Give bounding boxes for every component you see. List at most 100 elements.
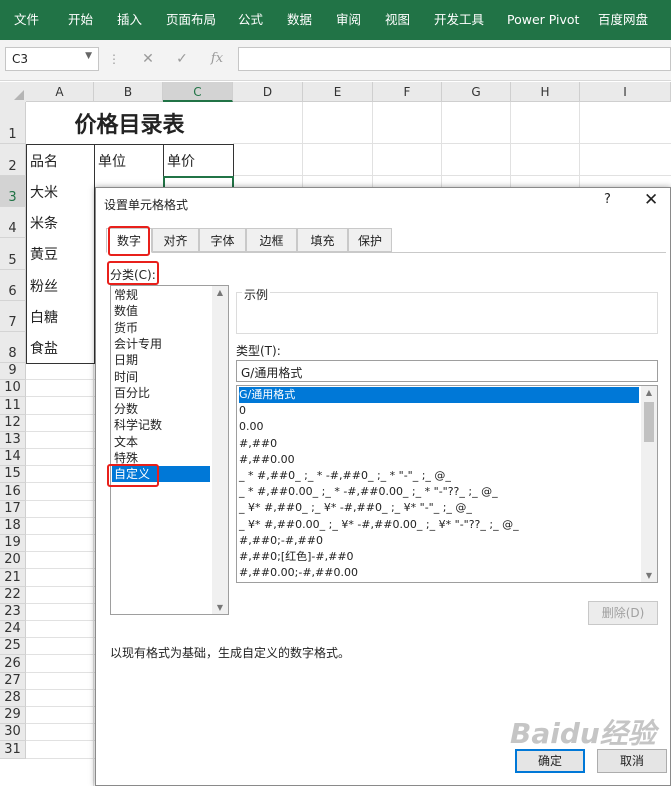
category-item[interactable]: 会计专用 bbox=[114, 336, 162, 352]
row-header-22[interactable]: 22 bbox=[0, 586, 26, 604]
row-header-6[interactable]: 6 bbox=[0, 270, 26, 301]
format-item[interactable]: 0.00 bbox=[239, 419, 264, 435]
row-header-21[interactable]: 21 bbox=[0, 569, 26, 587]
format-item[interactable]: #,##0;[红色]-#,##0 bbox=[239, 549, 354, 565]
delete-button[interactable]: 删除(D) bbox=[588, 601, 658, 625]
scroll-down-icon[interactable]: ▼ bbox=[212, 603, 228, 612]
close-icon[interactable]: ✕ bbox=[644, 190, 658, 210]
row-header-20[interactable]: 20 bbox=[0, 552, 26, 570]
item-cell[interactable]: 黄豆 bbox=[26, 238, 95, 271]
dialog-tab-5[interactable]: 保护 bbox=[348, 228, 392, 252]
insert-function-button[interactable]: fx bbox=[206, 47, 228, 71]
format-item[interactable]: G/通用格式 bbox=[239, 387, 639, 403]
row-header-2[interactable]: 2 bbox=[0, 144, 26, 176]
row-header-4[interactable]: 4 bbox=[0, 207, 26, 238]
row-header-9[interactable]: 9 bbox=[0, 363, 26, 381]
column-header-E[interactable]: E bbox=[303, 82, 373, 102]
row-header-14[interactable]: 14 bbox=[0, 449, 26, 467]
column-header-B[interactable]: B bbox=[94, 82, 163, 102]
category-list[interactable]: ▲ ▼ 常规 数值 货币 会计专用 日期 时间 百分比 分数 科学记数 文本 特殊 自定义 bbox=[110, 285, 229, 615]
format-item[interactable]: _ * #,##0_ ;_ * -#,##0_ ;_ * "-"_ ;_ @_ bbox=[239, 468, 454, 484]
row-header-1[interactable]: 1 bbox=[0, 102, 26, 144]
row-header-24[interactable]: 24 bbox=[0, 621, 26, 639]
row-header-5[interactable]: 5 bbox=[0, 238, 26, 270]
ribbon-tab-1[interactable]: 开始 bbox=[68, 0, 93, 40]
category-item[interactable]: 百分比 bbox=[114, 385, 150, 401]
select-all-corner[interactable] bbox=[0, 82, 27, 103]
column-header-F[interactable]: F bbox=[373, 82, 442, 102]
item-cell[interactable]: 大米 bbox=[26, 176, 95, 208]
ribbon-tab-10[interactable]: 百度网盘 bbox=[598, 0, 648, 40]
row-header-17[interactable]: 17 bbox=[0, 500, 26, 518]
row-header-27[interactable]: 27 bbox=[0, 672, 26, 690]
row-header-31[interactable]: 31 bbox=[0, 741, 26, 759]
header-cell-1[interactable]: 单位 bbox=[94, 144, 164, 177]
row-header-11[interactable]: 11 bbox=[0, 397, 26, 415]
ribbon-tab-7[interactable]: 视图 bbox=[385, 0, 410, 40]
dialog-tab-4[interactable]: 填充 bbox=[297, 228, 348, 252]
help-icon[interactable]: ? bbox=[604, 192, 611, 207]
scroll-down-icon[interactable]: ▼ bbox=[641, 571, 657, 580]
category-item[interactable]: 数值 bbox=[114, 303, 138, 319]
category-item[interactable]: 日期 bbox=[114, 352, 138, 368]
scroll-up-icon[interactable]: ▲ bbox=[212, 288, 228, 297]
category-item[interactable]: 科学记数 bbox=[114, 417, 162, 433]
column-header-I[interactable]: I bbox=[580, 82, 671, 102]
format-item[interactable]: #,##0;-#,##0 bbox=[239, 533, 323, 549]
dialog-tab-1[interactable]: 对齐 bbox=[152, 228, 199, 252]
row-header-25[interactable]: 25 bbox=[0, 638, 26, 656]
ribbon-tab-9[interactable]: Power Pivot bbox=[507, 0, 579, 40]
row-header-10[interactable]: 10 bbox=[0, 380, 26, 398]
category-item[interactable]: 文本 bbox=[114, 434, 138, 450]
format-list[interactable]: ▲ ▼ G/通用格式 0 0.00 #,##0 #,##0.00 _ * #,##0_ ;… bbox=[236, 385, 658, 583]
ribbon-tab-8[interactable]: 开发工具 bbox=[434, 0, 484, 40]
ribbon-tab-3[interactable]: 页面布局 bbox=[166, 0, 216, 40]
dialog-tab-3[interactable]: 边框 bbox=[246, 228, 297, 252]
row-header-30[interactable]: 30 bbox=[0, 724, 26, 742]
category-item[interactable]: 自定义 bbox=[112, 466, 210, 483]
row-header-12[interactable]: 12 bbox=[0, 414, 26, 432]
row-header-15[interactable]: 15 bbox=[0, 466, 26, 484]
formula-input[interactable] bbox=[238, 47, 671, 71]
column-header-H[interactable]: H bbox=[511, 82, 580, 102]
format-item[interactable]: _ ¥* #,##0.00_ ;_ ¥* -#,##0.00_ ;_ ¥* "-… bbox=[239, 517, 522, 533]
row-header-8[interactable]: 8 bbox=[0, 332, 26, 363]
row-header-29[interactable]: 29 bbox=[0, 707, 26, 725]
ribbon-tab-4[interactable]: 公式 bbox=[238, 0, 263, 40]
format-item[interactable]: 0 bbox=[239, 403, 246, 419]
row-header-18[interactable]: 18 bbox=[0, 517, 26, 535]
ribbon-tab-2[interactable]: 插入 bbox=[117, 0, 142, 40]
ribbon-tab-0[interactable]: 文件 bbox=[14, 0, 39, 40]
dialog-tab-2[interactable]: 字体 bbox=[199, 228, 246, 252]
format-item[interactable]: #,##0.00;-#,##0.00 bbox=[239, 565, 358, 581]
row-header-26[interactable]: 26 bbox=[0, 655, 26, 673]
category-item[interactable]: 特殊 bbox=[114, 450, 138, 466]
scroll-thumb[interactable] bbox=[644, 402, 654, 442]
category-item[interactable]: 常规 bbox=[114, 287, 138, 303]
format-item[interactable]: #,##0.00 bbox=[239, 452, 295, 468]
scroll-up-icon[interactable]: ▲ bbox=[641, 388, 657, 397]
name-box[interactable]: C3 ▼ bbox=[5, 47, 99, 71]
category-item[interactable]: 时间 bbox=[114, 369, 138, 385]
cancel-button[interactable]: 取消 bbox=[597, 749, 667, 773]
category-item[interactable]: 货币 bbox=[114, 320, 138, 336]
ok-button[interactable]: 确定 bbox=[515, 749, 585, 773]
format-item[interactable]: _ ¥* #,##0_ ;_ ¥* -#,##0_ ;_ ¥* "-"_ ;_ … bbox=[239, 500, 475, 516]
row-header-23[interactable]: 23 bbox=[0, 603, 26, 621]
format-scrollbar[interactable]: ▲ ▼ bbox=[641, 386, 657, 582]
row-header-28[interactable]: 28 bbox=[0, 689, 26, 707]
category-scrollbar[interactable]: ▲ ▼ bbox=[212, 286, 228, 614]
format-item[interactable]: #,##0 bbox=[239, 436, 277, 452]
row-header-19[interactable]: 19 bbox=[0, 535, 26, 553]
type-input[interactable]: G/通用格式 bbox=[236, 360, 658, 382]
header-cell-2[interactable]: 单价 bbox=[163, 144, 234, 177]
header-cell-0[interactable]: 品名 bbox=[26, 144, 95, 177]
ribbon-tab-5[interactable]: 数据 bbox=[287, 0, 312, 40]
sheet-title-cell[interactable]: 价格目录表 bbox=[26, 102, 233, 144]
row-header-16[interactable]: 16 bbox=[0, 483, 26, 501]
cancel-icon[interactable]: ✕ bbox=[138, 47, 158, 71]
column-header-A[interactable]: A bbox=[26, 82, 94, 102]
ribbon-tab-6[interactable]: 审阅 bbox=[336, 0, 361, 40]
dialog-tab-0[interactable]: 数字 bbox=[106, 228, 152, 253]
item-cell[interactable]: 米条 bbox=[26, 207, 95, 239]
